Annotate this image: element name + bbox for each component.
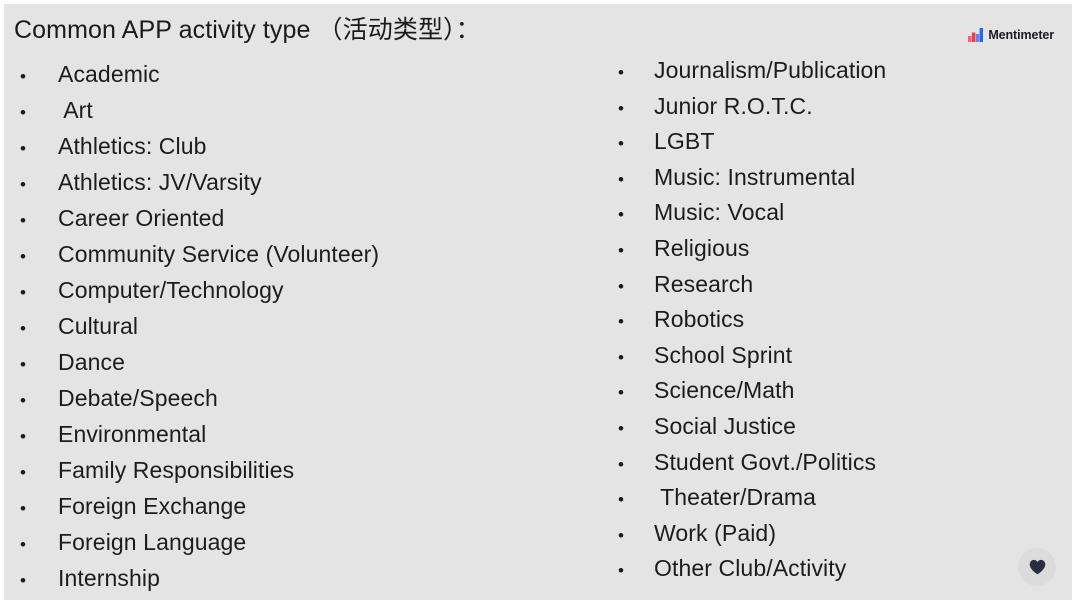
bullet-icon: • (618, 454, 624, 474)
bullet-icon: • (618, 276, 624, 296)
list-item: • Academic (12, 56, 572, 92)
mentimeter-bars-icon (968, 28, 984, 42)
list-item: • LGBT (610, 123, 1060, 159)
list-item: • Internship (12, 560, 572, 596)
bullet-icon: • (618, 418, 624, 438)
bullet-icon: • (20, 391, 26, 410)
list-item-label: Athletics: JV/Varsity (58, 169, 262, 195)
activity-list-left-column: • Academic • Art • Athletics: Club • Ath… (12, 56, 572, 596)
list-item: • Community Service (Volunteer) (12, 236, 572, 272)
bullet-icon: • (618, 98, 624, 118)
activity-list-right-column: • Journalism/Publication • Junior R.O.T.… (610, 52, 1060, 586)
bullet-icon: • (20, 463, 26, 482)
list-item-label: Music: Vocal (654, 199, 785, 226)
list-item: • Music: Instrumental (610, 159, 1060, 195)
list-item-label: Art (58, 97, 93, 123)
list-item: • Work (Paid) (610, 515, 1060, 551)
list-item-label: Foreign Language (58, 529, 247, 555)
list-item: • Student Govt./Politics (610, 444, 1060, 480)
bullet-icon: • (618, 205, 624, 225)
list-item: • Art (12, 92, 572, 128)
list-item: • School Sprint (610, 337, 1060, 373)
like-button[interactable] (1018, 548, 1056, 586)
list-item-label: Religious (654, 234, 750, 261)
list-item: • Theater/Drama (610, 479, 1060, 515)
bullet-icon: • (20, 283, 26, 302)
list-item: • Science/Math (610, 372, 1060, 408)
list-item: • Research (610, 266, 1060, 302)
list-item: • Computer/Technology (12, 272, 572, 308)
list-item-label: Science/Math (654, 377, 795, 404)
list-item-label: Junior R.O.T.C. (654, 92, 813, 119)
list-item-label: Community Service (Volunteer) (58, 241, 380, 267)
list-item-label: LGBT (654, 128, 715, 155)
list-item-label: Work (Paid) (654, 519, 777, 546)
bullet-icon: • (618, 525, 624, 545)
list-item: • Environmental (12, 416, 572, 452)
list-item-label: Academic (58, 61, 160, 87)
bullet-icon: • (20, 319, 26, 338)
list-item: • Cultural (12, 308, 572, 344)
list-item-label: Career Oriented (58, 205, 225, 231)
bullet-icon: • (618, 169, 624, 189)
bullet-icon: • (20, 247, 26, 266)
bullet-icon: • (20, 103, 26, 122)
list-item-label: School Sprint (654, 341, 793, 368)
bullet-icon: • (618, 561, 624, 581)
mentimeter-wordmark: Mentimeter (988, 28, 1054, 42)
bullet-icon: • (618, 134, 624, 154)
list-item: • Journalism/Publication (610, 52, 1060, 88)
list-item: • Debate/Speech (12, 380, 572, 416)
list-item-label: Music: Instrumental (654, 163, 856, 190)
bullet-icon: • (618, 312, 624, 332)
list-item: • Music: Vocal (610, 194, 1060, 230)
mentimeter-branding: Mentimeter (968, 28, 1054, 42)
bullet-icon: • (618, 63, 624, 82)
list-item-label: Robotics (654, 306, 745, 333)
list-item: • Dance (12, 344, 572, 380)
list-item: • Robotics (610, 301, 1060, 337)
bullet-icon: • (20, 499, 26, 518)
bullet-icon: • (618, 347, 624, 367)
bullet-icon: • (618, 490, 624, 510)
bullet-icon: • (20, 175, 26, 194)
bullet-icon: • (20, 355, 26, 374)
slide-canvas: Common APP activity type （活动类型）： • Acade… (4, 4, 1072, 600)
list-item: • Religious (610, 230, 1060, 266)
list-item-label: Environmental (58, 421, 207, 447)
bullet-icon: • (20, 67, 26, 86)
list-item-label: Family Responsibilities (58, 457, 295, 483)
list-item-label: Social Justice (654, 412, 797, 439)
list-item-label: Research (654, 270, 754, 297)
page-title: Common APP activity type （活动类型）： (14, 16, 481, 44)
bullet-icon: • (618, 383, 624, 403)
bullet-icon: • (20, 139, 26, 158)
list-item-label: Dance (58, 349, 125, 375)
bullet-icon: • (20, 427, 26, 446)
list-item-label: Other Club/Activity (654, 555, 847, 582)
list-item-label: Debate/Speech (58, 385, 218, 411)
list-item-label: Journalism/Publication (654, 57, 887, 83)
list-item: • Social Justice (610, 408, 1060, 444)
list-item: • Career Oriented (12, 200, 572, 236)
list-item: • Family Responsibilities (12, 452, 572, 488)
list-item: • Foreign Language (12, 524, 572, 560)
list-item: • Foreign Exchange (12, 488, 572, 524)
list-item: • Athletics: Club (12, 128, 572, 164)
list-item: • Other Club/Activity (610, 550, 1060, 586)
list-item-label: Foreign Exchange (58, 493, 247, 519)
bullet-icon: • (20, 571, 26, 590)
heart-icon (1029, 559, 1046, 575)
list-item: • Junior R.O.T.C. (610, 88, 1060, 124)
list-item-label: Athletics: Club (58, 133, 207, 159)
list-item-label: Student Govt./Politics (654, 448, 877, 475)
list-item-label: Cultural (58, 313, 139, 339)
list-item-label: Theater/Drama (654, 484, 817, 511)
list-item: • Athletics: JV/Varsity (12, 164, 572, 200)
bullet-icon: • (20, 535, 26, 554)
list-item-label: Computer/Technology (58, 277, 284, 303)
list-item-label: Internship (58, 565, 161, 591)
bullet-icon: • (618, 240, 624, 260)
bullet-icon: • (20, 211, 26, 230)
